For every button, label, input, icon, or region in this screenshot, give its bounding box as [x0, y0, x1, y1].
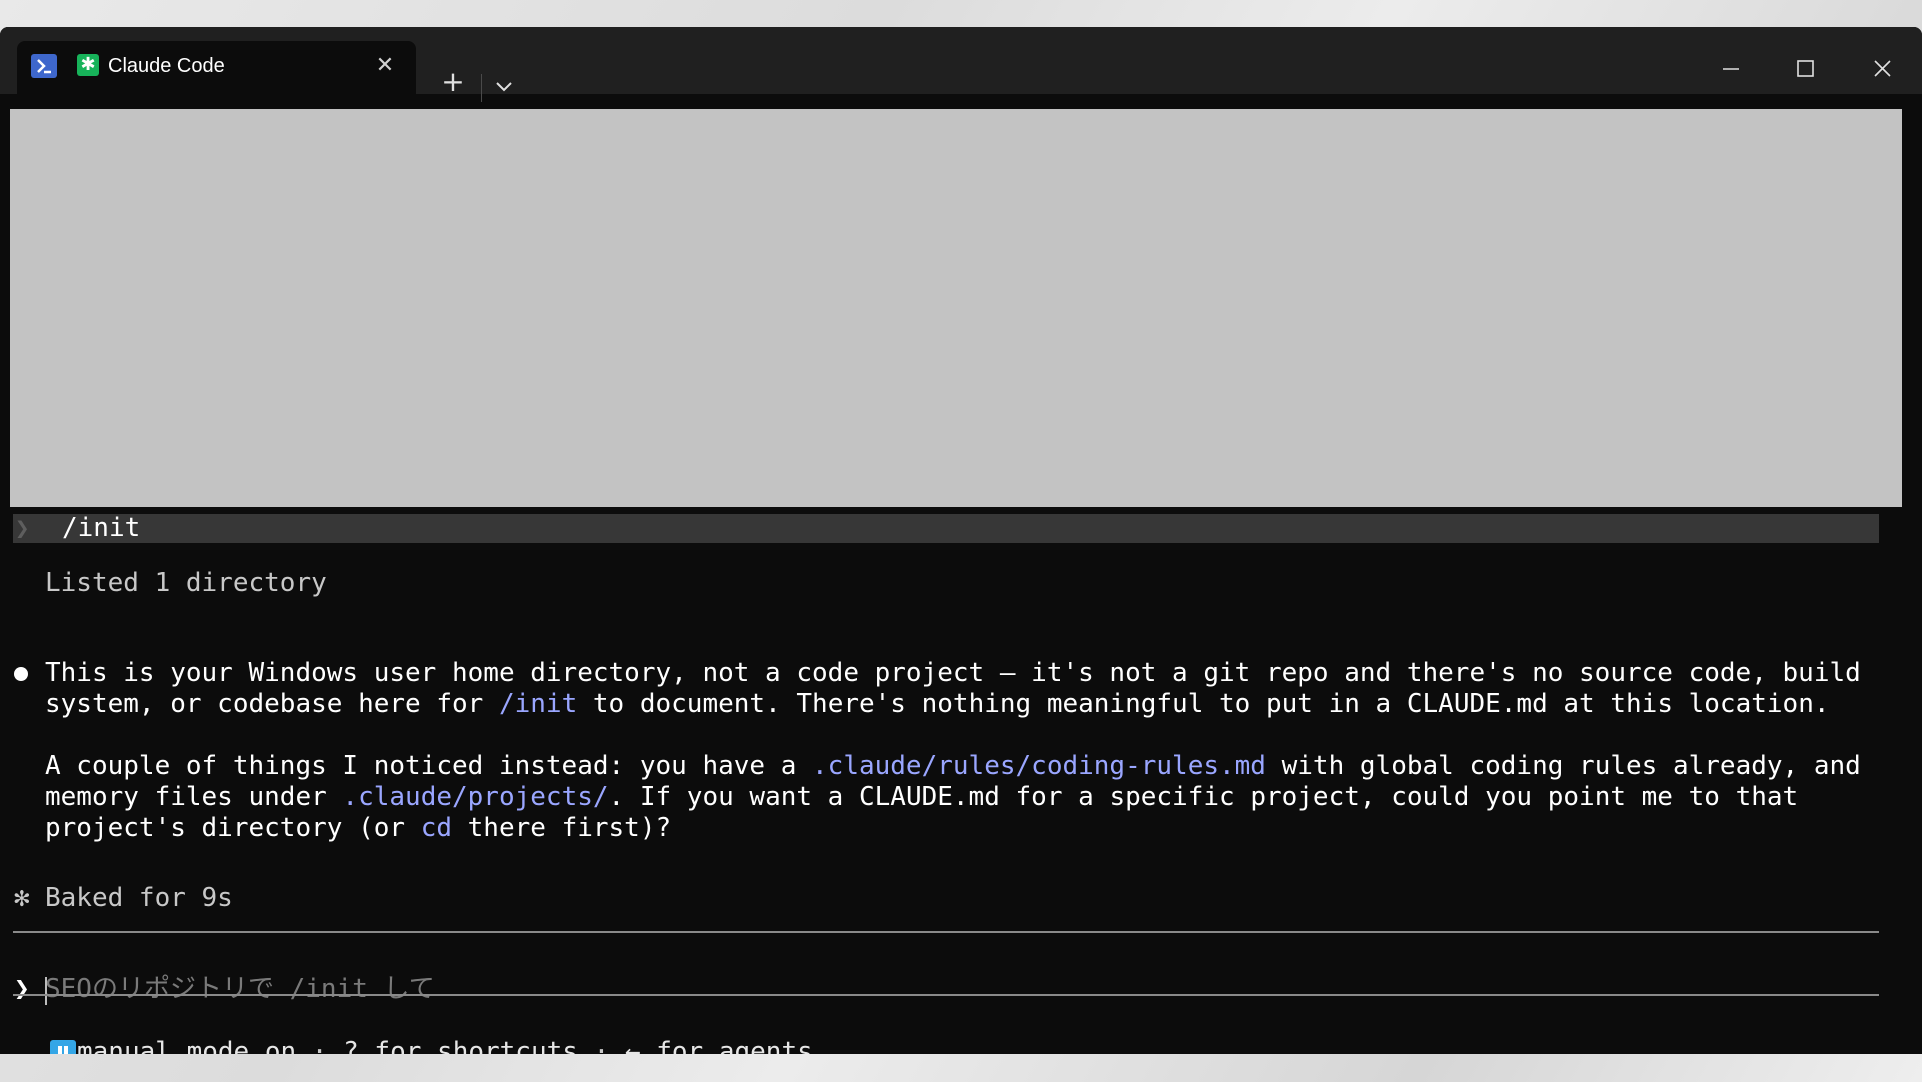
claude-asterisk-icon: ✱	[77, 54, 99, 76]
terminal-window: ✱ Claude Code ✕ + ❯ /init Listed 1 direc…	[0, 27, 1922, 1054]
close-tab-icon[interactable]: ✕	[367, 48, 403, 84]
text-segment: . If you want a CLAUDE.md for a specific…	[608, 782, 1799, 812]
text-cursor	[45, 977, 47, 1005]
input-bottom-rule	[13, 994, 1879, 996]
response-line-3: A couple of things I noticed instead: yo…	[45, 751, 1861, 782]
redacted-output-area	[10, 109, 1902, 507]
text-segment: to document. There's nothing meaningful …	[577, 689, 1830, 719]
response-line-2: system, or codebase here for /init to do…	[45, 689, 1830, 720]
tool-result-line: Listed 1 directory	[45, 568, 327, 598]
chevron-down-icon[interactable]	[486, 69, 522, 105]
input-chevron-icon: ❯	[14, 974, 30, 1004]
shortcuts-hint: ? for shortcuts	[343, 1037, 578, 1054]
tab-title: Claude Code	[108, 55, 225, 77]
prompt-chevron-icon: ❯	[15, 514, 30, 542]
text-segment: memory files under	[45, 782, 343, 812]
maximize-button[interactable]	[1780, 49, 1830, 89]
title-bar: ✱ Claude Code ✕ +	[0, 27, 1922, 102]
mode-status: manual mode on	[77, 1037, 297, 1054]
text-segment: project's directory (or	[45, 813, 421, 843]
separator: ·	[577, 1037, 625, 1054]
separator: ·	[296, 1037, 344, 1054]
close-window-button[interactable]	[1857, 49, 1907, 89]
spark-icon: ✻	[14, 883, 30, 913]
new-tab-button[interactable]: +	[433, 67, 473, 103]
response-line-1: This is your Windows user home directory…	[45, 658, 1861, 688]
input-top-rule	[13, 931, 1879, 933]
command-text: /init	[62, 513, 141, 543]
pause-icon	[50, 1040, 76, 1054]
minimize-button[interactable]	[1705, 49, 1755, 89]
prompt-input[interactable]: SEOのリポジトリで /init して	[45, 974, 435, 1005]
inline-code-projects-path: .claude/projects/	[342, 782, 609, 812]
inline-code-init: /init	[498, 689, 578, 719]
response-line-4: memory files under .claude/projects/. If…	[45, 782, 1798, 813]
text-segment: system, or codebase here for	[45, 689, 499, 719]
inline-code-cd: cd	[420, 813, 452, 843]
agents-hint: ← for agents	[624, 1037, 813, 1054]
baked-duration: Baked for 9s	[45, 883, 233, 913]
text-segment: there first)?	[452, 813, 672, 843]
response-bullet-icon	[14, 667, 28, 681]
text-segment: A couple of things I noticed instead: yo…	[45, 751, 813, 781]
response-line-5: project's directory (or cd there first)?	[45, 813, 671, 844]
powershell-icon	[31, 54, 57, 78]
text-segment: with global coding rules already, and	[1265, 751, 1861, 781]
inline-code-rules-path: .claude/rules/coding-rules.md	[812, 751, 1266, 781]
command-echo-row: ❯ /init	[13, 514, 1879, 543]
tab-divider	[481, 74, 482, 102]
status-line: manual mode on · ? for shortcuts · ← for…	[77, 1037, 813, 1054]
tab-claude-code[interactable]: ✱ Claude Code ✕	[17, 41, 416, 94]
